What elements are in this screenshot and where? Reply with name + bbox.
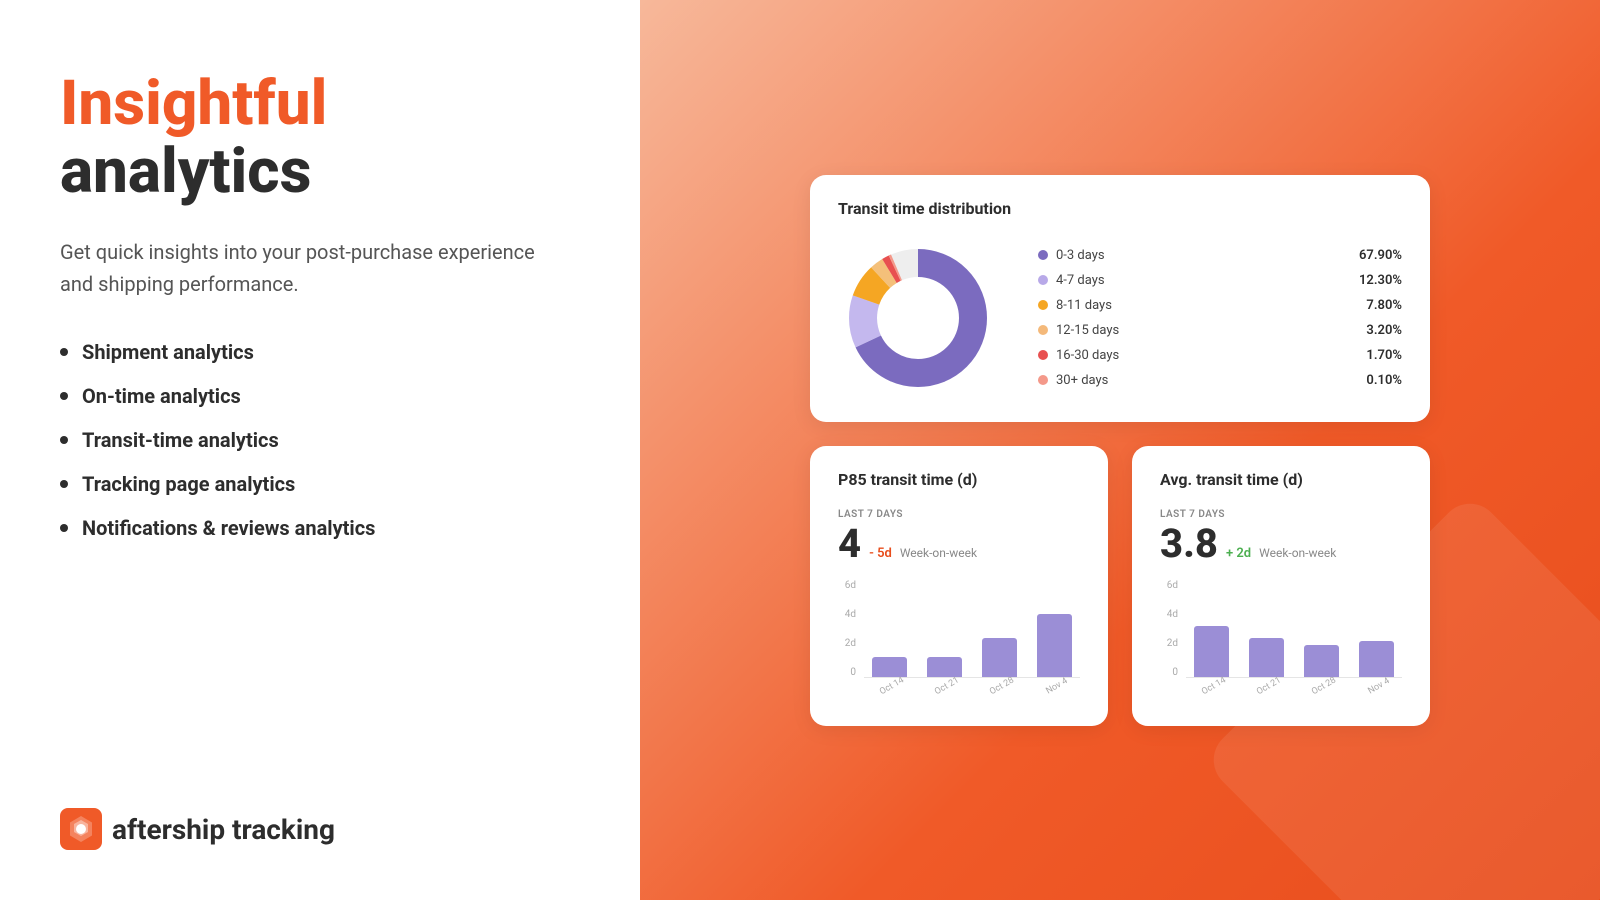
avg-title: Avg. transit time (d): [1160, 470, 1402, 489]
p85-period: LAST 7 DAYS: [838, 509, 1080, 520]
p85-card: P85 transit time (d) LAST 7 DAYS 4 - 5d …: [810, 446, 1108, 726]
bullet-item: Shipment analytics: [60, 340, 580, 364]
bar-col: [1241, 580, 1292, 677]
aftership-icon: [60, 808, 102, 850]
bar-fill: [1304, 645, 1340, 676]
avg-metric-row: 3.8 + 2d Week-on-week: [1160, 524, 1402, 564]
legend-item: 0-3 days 67.90%: [1038, 248, 1402, 263]
headline-orange: Insightful: [60, 70, 580, 138]
legend-dot: [1038, 300, 1048, 310]
bar-col: [974, 580, 1025, 677]
bullet-item: On-time analytics: [60, 384, 580, 408]
bullet-dot: [60, 480, 68, 488]
legend-dot: [1038, 250, 1048, 260]
bullet-dot: [60, 392, 68, 400]
legend-pct: 7.80%: [1352, 298, 1402, 313]
bullet-dot: [60, 348, 68, 356]
x-axis-labels: Oct 14Oct 21Oct 28Nov 4: [1186, 682, 1402, 692]
avg-card: Avg. transit time (d) LAST 7 DAYS 3.8 + …: [1132, 446, 1430, 726]
headline-dark: analytics: [60, 138, 580, 206]
logo-text: aftership tracking: [112, 813, 335, 846]
legend-pct: 0.10%: [1352, 373, 1402, 388]
y-axis-labels: 6d4d2d0: [838, 580, 860, 678]
donut-legend: 0-3 days 67.90% 4-7 days 12.30% 8-11 day…: [1038, 248, 1402, 388]
legend-pct: 67.90%: [1352, 248, 1402, 263]
feature-list: Shipment analytics On-time analytics Trans…: [60, 340, 580, 540]
legend-dot: [1038, 325, 1048, 335]
bar-fill: [1037, 614, 1073, 676]
bar-fill: [1194, 626, 1230, 677]
right-panel: Transit time distribution: [640, 0, 1600, 900]
logo-area: aftership tracking: [60, 808, 580, 850]
legend-pct: 1.70%: [1352, 348, 1402, 363]
bullet-item: Tracking page analytics: [60, 472, 580, 496]
bottom-row: P85 transit time (d) LAST 7 DAYS 4 - 5d …: [810, 446, 1430, 726]
bullet-dot: [60, 524, 68, 532]
legend-label: 8-11 days: [1056, 298, 1112, 313]
p85-change-label: Week-on-week: [900, 546, 977, 560]
p85-bar-chart: 6d4d2d0 Oct 14Oct 21Oct 28Nov 4: [838, 580, 1080, 700]
bar-col: [1186, 580, 1237, 677]
y-axis-labels: 6d4d2d0: [1160, 580, 1182, 678]
bars-area: [864, 580, 1080, 678]
bar-fill: [982, 638, 1018, 677]
bullet-dot: [60, 436, 68, 444]
bar-col: [1296, 580, 1347, 677]
bullet-item: Notifications & reviews analytics: [60, 516, 580, 540]
legend-item: 8-11 days 7.80%: [1038, 298, 1402, 313]
donut-card: Transit time distribution: [810, 175, 1430, 422]
left-content: Insightful analytics Get quick insights …: [60, 70, 580, 768]
legend-item: 16-30 days 1.70%: [1038, 348, 1402, 363]
p85-metric-row: 4 - 5d Week-on-week: [838, 524, 1080, 564]
bar-col: [864, 580, 915, 677]
avg-period: LAST 7 DAYS: [1160, 509, 1402, 520]
bar-col: [1351, 580, 1402, 677]
p85-title: P85 transit time (d): [838, 470, 1080, 489]
p85-change: - 5d: [869, 546, 892, 561]
bar-col: [919, 580, 970, 677]
avg-value: 3.8: [1160, 524, 1218, 564]
legend-item: 12-15 days 3.20%: [1038, 323, 1402, 338]
avg-change-label: Week-on-week: [1259, 546, 1336, 560]
donut-card-title: Transit time distribution: [838, 199, 1402, 218]
x-axis-labels: Oct 14Oct 21Oct 28Nov 4: [864, 682, 1080, 692]
bar-col: [1029, 580, 1080, 677]
legend-label: 16-30 days: [1056, 348, 1119, 363]
legend-pct: 12.30%: [1352, 273, 1402, 288]
avg-bar-chart: 6d4d2d0 Oct 14Oct 21Oct 28Nov 4: [1160, 580, 1402, 700]
bar-fill: [1359, 641, 1395, 676]
legend-dot: [1038, 375, 1048, 385]
legend-pct: 3.20%: [1352, 323, 1402, 338]
bullet-item: Transit-time analytics: [60, 428, 580, 452]
donut-chart: [838, 238, 998, 398]
p85-value: 4: [838, 524, 861, 564]
avg-change: + 2d: [1226, 546, 1251, 561]
legend-item: 4-7 days 12.30%: [1038, 273, 1402, 288]
subtitle: Get quick insights into your post-purcha…: [60, 236, 540, 300]
legend-dot: [1038, 350, 1048, 360]
legend-label: 12-15 days: [1056, 323, 1119, 338]
legend-label: 0-3 days: [1056, 248, 1105, 263]
legend-item: 30+ days 0.10%: [1038, 373, 1402, 388]
left-panel: Insightful analytics Get quick insights …: [0, 0, 640, 900]
legend-dot: [1038, 275, 1048, 285]
legend-label: 4-7 days: [1056, 273, 1105, 288]
bar-fill: [1249, 638, 1285, 677]
bars-area: [1186, 580, 1402, 678]
donut-row: 0-3 days 67.90% 4-7 days 12.30% 8-11 day…: [838, 238, 1402, 398]
legend-label: 30+ days: [1056, 373, 1108, 388]
